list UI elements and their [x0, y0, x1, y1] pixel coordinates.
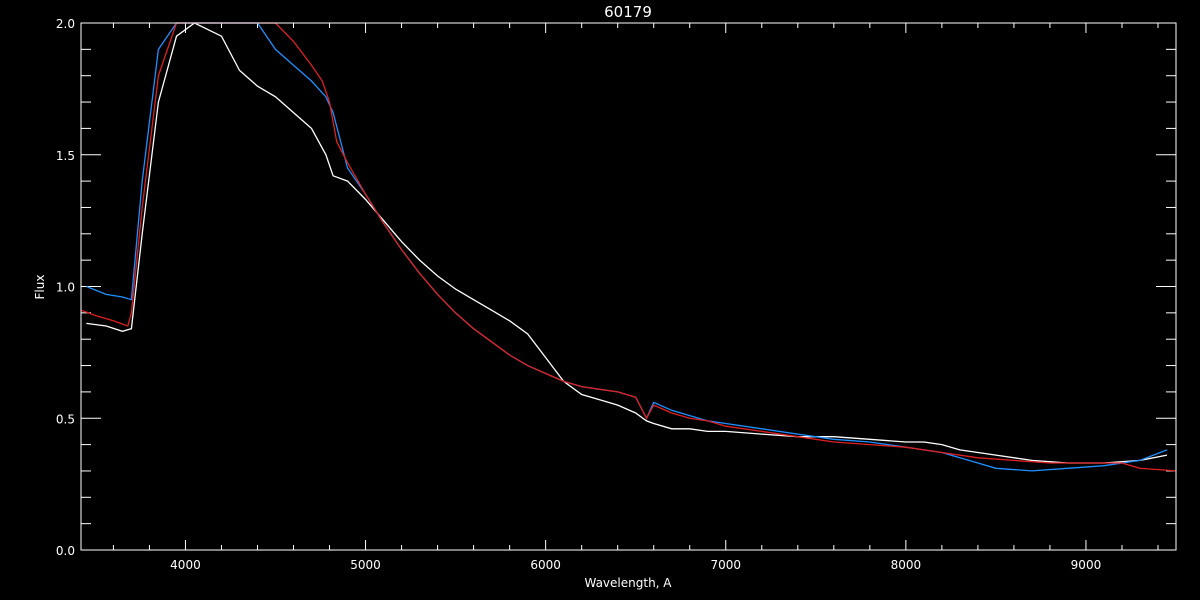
chart-title: 60179	[604, 3, 652, 21]
y-axis-label: Flux	[33, 275, 47, 300]
y-tick-label: 0.0	[56, 544, 75, 558]
y-tick-label: 1.0	[56, 281, 75, 295]
y-tick-label: 2.0	[56, 17, 75, 31]
x-tick-label: 4000	[170, 558, 201, 572]
x-tick-label: 7000	[710, 558, 741, 572]
x-tick-label: 5000	[350, 558, 381, 572]
x-tick-label: 8000	[891, 558, 922, 572]
x-tick-label: 6000	[530, 558, 561, 572]
x-axis-label: Wavelength, A	[584, 576, 672, 590]
y-tick-label: 1.5	[56, 149, 75, 163]
spectrum-chart: 60179 4000 5000 6000 7000 8000 9000 0.0 0.5 1.0 1…	[0, 0, 1200, 600]
chart-background	[0, 0, 1200, 600]
x-tick-label: 9000	[1071, 558, 1102, 572]
y-tick-label: 0.5	[56, 412, 75, 426]
